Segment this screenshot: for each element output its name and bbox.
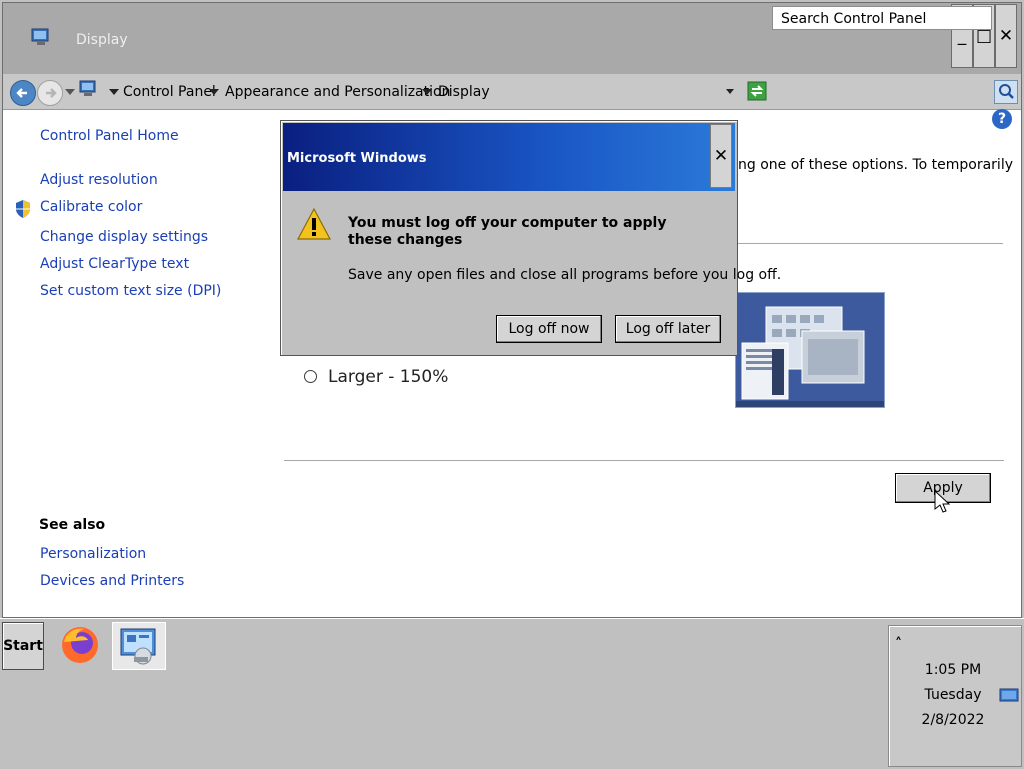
show-hidden-icons-button[interactable]: ˄ (895, 636, 902, 652)
crumb-appearance[interactable]: Appearance and Personalization (225, 84, 450, 100)
adjust-cleartype-link[interactable]: Adjust ClearType text (40, 256, 189, 272)
shield-icon (16, 200, 30, 218)
clock-day[interactable]: Tuesday (913, 687, 993, 703)
log-off-later-button[interactable]: Log off later (615, 315, 721, 343)
clock-date[interactable]: 2/8/2022 (913, 712, 993, 728)
larger-150-label[interactable]: Larger - 150% (328, 367, 448, 387)
larger-150-radio[interactable] (304, 370, 317, 383)
firefox-taskbar-button[interactable] (56, 622, 104, 668)
see-also-heading: See also (39, 517, 106, 533)
crumb-control-panel[interactable]: Control Panel (123, 84, 216, 100)
personalization-link[interactable]: Personalization (40, 546, 146, 562)
display-preview-art (736, 293, 884, 407)
warning-icon (297, 207, 331, 240)
adjust-resolution-link[interactable]: Adjust resolution (40, 172, 158, 188)
forward-arrow-icon (46, 88, 57, 98)
dialog-title: Microsoft Windows (287, 151, 427, 166)
back-button[interactable] (10, 80, 36, 106)
close-button[interactable]: ✕ (995, 4, 1017, 68)
crumb-separator[interactable] (109, 89, 119, 95)
crumb-separator[interactable] (209, 89, 219, 95)
divider-top (737, 243, 1003, 244)
control-panel-icon (79, 80, 96, 96)
clock-time[interactable]: 1:05 PM (913, 662, 993, 678)
display-preview-image (735, 292, 885, 408)
forward-button[interactable] (37, 80, 63, 106)
divider-bottom (284, 460, 1004, 461)
control-panel-home-link[interactable]: Control Panel Home (40, 128, 179, 144)
dialog-title-bar[interactable]: Microsoft Windows (283, 123, 735, 191)
start-button[interactable]: Start (2, 622, 44, 670)
search-placeholder: Search Control Panel (781, 11, 927, 27)
address-bar: Control Panel Appearance and Personaliza… (3, 74, 1021, 110)
change-display-settings-link[interactable]: Change display settings (40, 229, 208, 245)
back-arrow-icon (16, 88, 27, 98)
mouse-cursor-icon (934, 490, 950, 513)
crumb-separator[interactable] (422, 89, 432, 95)
history-dropdown[interactable] (65, 89, 75, 95)
firefox-icon (62, 627, 98, 663)
search-input[interactable]: Search Control Panel (772, 6, 992, 30)
crumb-display[interactable]: Display (438, 84, 490, 100)
window-title: Display (76, 32, 128, 48)
address-dropdown[interactable] (726, 89, 734, 94)
search-button[interactable] (994, 80, 1018, 104)
dialog-subtext: Save any open files and close all progra… (348, 267, 782, 283)
devices-printers-link[interactable]: Devices and Printers (40, 573, 184, 589)
help-icon[interactable]: ? (992, 109, 1012, 129)
display-taskbar-button[interactable] (112, 622, 166, 670)
log-off-now-button[interactable]: Log off now (496, 315, 602, 343)
refresh-icon[interactable] (747, 81, 767, 101)
control-panel-icon (31, 28, 49, 45)
network-icon[interactable] (999, 688, 1019, 702)
calibrate-color-link[interactable]: Calibrate color (40, 199, 142, 215)
custom-text-size-link[interactable]: Set custom text size (DPI) (40, 283, 221, 299)
search-icon (999, 84, 1014, 99)
display-settings-icon (120, 628, 156, 665)
intro-text: ng one of these options. To temporarily (738, 157, 1013, 173)
dialog-close-button[interactable]: ✕ (710, 124, 732, 188)
notification-area: ˄ 1:05 PM Tuesday 2/8/2022 (888, 625, 1022, 767)
dialog-message: You must log off your computer to apply … (348, 215, 667, 248)
